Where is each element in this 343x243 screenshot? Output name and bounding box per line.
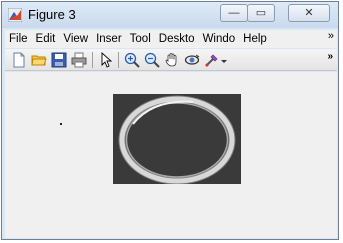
- menu-desktop[interactable]: Deskto: [155, 33, 199, 45]
- menu-file[interactable]: File: [5, 33, 32, 45]
- data-point: [60, 123, 62, 125]
- maximize-button[interactable]: ▭: [247, 4, 275, 22]
- toolbar-overflow-icon[interactable]: »: [327, 51, 333, 62]
- zoom-out-icon[interactable]: [144, 52, 160, 68]
- image-background: [113, 94, 241, 184]
- open-file-icon[interactable]: [31, 52, 47, 68]
- menu-insert[interactable]: Inser: [92, 33, 126, 45]
- data-cursor-icon[interactable]: [204, 52, 220, 68]
- pan-hand-icon[interactable]: [164, 52, 180, 68]
- close-icon: ✕: [304, 7, 314, 19]
- title-bar[interactable]: Figure 3 — ▭ ✕: [2, 2, 338, 28]
- print-icon[interactable]: [71, 52, 87, 68]
- minimize-button[interactable]: —: [220, 4, 248, 22]
- image-axes[interactable]: [113, 94, 241, 184]
- menu-view[interactable]: View: [59, 33, 92, 45]
- matlab-logo-icon: [8, 8, 22, 22]
- window-title: Figure 3: [28, 7, 76, 22]
- menu-help[interactable]: Help: [239, 33, 271, 45]
- figure-window: Figure 3 — ▭ ✕ File Edit View Inser Tool…: [1, 1, 339, 240]
- save-icon[interactable]: [51, 52, 67, 68]
- figure-canvas[interactable]: [5, 72, 337, 238]
- menu-window[interactable]: Windo: [199, 33, 240, 45]
- close-button[interactable]: ✕: [288, 4, 330, 22]
- minimize-icon: —: [228, 7, 240, 19]
- dropdown-arrow-icon[interactable]: [220, 52, 228, 68]
- menu-tools[interactable]: Tool: [126, 33, 155, 45]
- figure-toolbar: »: [5, 49, 337, 71]
- zoom-in-icon[interactable]: [124, 52, 140, 68]
- toolbar-separator: [118, 52, 119, 68]
- menu-edit[interactable]: Edit: [32, 33, 60, 45]
- menu-bar: File Edit View Inser Tool Deskto Windo H…: [5, 30, 337, 48]
- toolbar-separator: [92, 52, 93, 68]
- menu-overflow-icon[interactable]: »: [328, 30, 334, 42]
- rotate-3d-icon[interactable]: [184, 52, 200, 68]
- new-figure-icon[interactable]: [11, 52, 27, 68]
- maximize-icon: ▭: [255, 7, 267, 19]
- pointer-icon[interactable]: [98, 52, 114, 68]
